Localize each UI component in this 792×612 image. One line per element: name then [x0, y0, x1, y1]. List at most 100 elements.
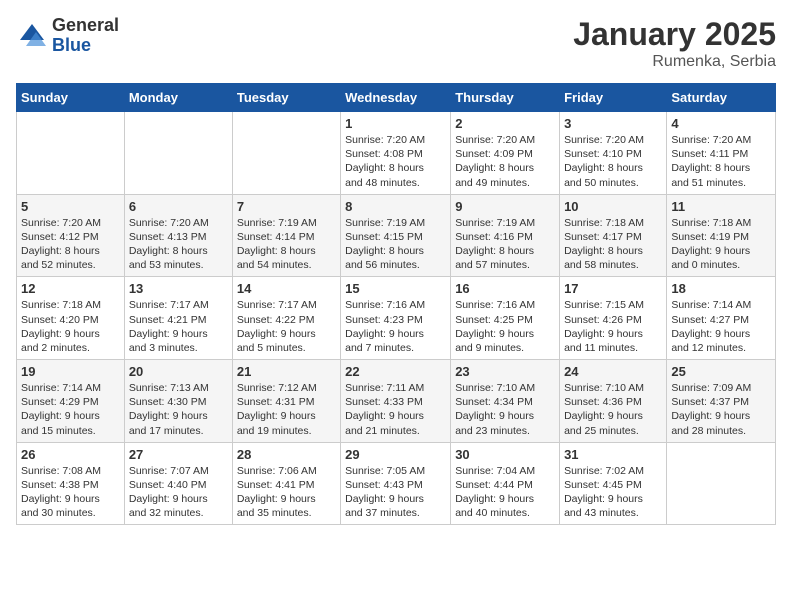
day-number: 17 [564, 281, 662, 296]
day-info: Sunrise: 7:11 AM Sunset: 4:33 PM Dayligh… [345, 381, 446, 438]
calendar-body: 1 Sunrise: 7:20 AM Sunset: 4:08 PM Daylig… [17, 112, 776, 525]
calendar-cell: 27 Sunrise: 7:07 AM Sunset: 4:40 PM Dayli… [124, 442, 232, 525]
calendar-cell: 13Sunrise: 7:17 AM Sunset: 4:21 PM Dayli… [124, 277, 232, 360]
logo-blue: Blue [52, 36, 119, 56]
day-info: Sunrise: 7:17 AM Sunset: 4:22 PM Dayligh… [237, 298, 336, 355]
calendar-cell [124, 112, 232, 195]
day-info: Sunrise: 7:09 AM Sunset: 4:37 PM Dayligh… [671, 381, 771, 438]
day-info: Sunrise: 7:16 AM Sunset: 4:23 PM Dayligh… [345, 298, 446, 355]
day-info: Sunrise: 7:08 AM Sunset: 4:38 PM Dayligh… [21, 464, 120, 521]
calendar-week-row: 19 Sunrise: 7:14 AM Sunset: 4:29 PM Dayli… [17, 360, 776, 443]
day-info: Sunrise: 7:12 AM Sunset: 4:31 PM Dayligh… [237, 381, 336, 438]
calendar-cell: 5 Sunrise: 7:20 AM Sunset: 4:12 PM Daylig… [17, 194, 125, 277]
day-number: 6 [129, 199, 228, 214]
page-header: General Blue January 2025 Rumenka, Serbi… [16, 16, 776, 71]
calendar-cell: 4 Sunrise: 7:20 AM Sunset: 4:11 PM Daylig… [667, 112, 776, 195]
day-number: 28 [237, 447, 336, 462]
calendar-cell: 3 Sunrise: 7:20 AM Sunset: 4:10 PM Daylig… [560, 112, 667, 195]
calendar-cell: 18Sunrise: 7:14 AM Sunset: 4:27 PM Dayli… [667, 277, 776, 360]
calendar-cell: 31 Sunrise: 7:02 AM Sunset: 4:45 PM Dayli… [560, 442, 667, 525]
header-row: SundayMondayTuesdayWednesdayThursdayFrid… [17, 84, 776, 112]
day-info: Sunrise: 7:19 AM Sunset: 4:16 PM Dayligh… [455, 216, 555, 273]
header-day: Wednesday [341, 84, 451, 112]
day-number: 30 [455, 447, 555, 462]
logo-general: General [52, 16, 119, 36]
day-info: Sunrise: 7:05 AM Sunset: 4:43 PM Dayligh… [345, 464, 446, 521]
day-info: Sunrise: 7:15 AM Sunset: 4:26 PM Dayligh… [564, 298, 662, 355]
day-number: 20 [129, 364, 228, 379]
calendar-cell: 8Sunrise: 7:19 AM Sunset: 4:15 PM Daylig… [341, 194, 451, 277]
day-number: 29 [345, 447, 446, 462]
day-number: 8 [345, 199, 446, 214]
day-number: 23 [455, 364, 555, 379]
calendar-cell: 14 Sunrise: 7:17 AM Sunset: 4:22 PM Dayli… [232, 277, 340, 360]
day-info: Sunrise: 7:18 AM Sunset: 4:19 PM Dayligh… [671, 216, 771, 273]
logo-text: General Blue [52, 16, 119, 56]
header-day: Friday [560, 84, 667, 112]
day-info: Sunrise: 7:10 AM Sunset: 4:36 PM Dayligh… [564, 381, 662, 438]
header-day: Tuesday [232, 84, 340, 112]
calendar-cell: 12Sunrise: 7:18 AM Sunset: 4:20 PM Dayli… [17, 277, 125, 360]
calendar-cell: 24 Sunrise: 7:10 AM Sunset: 4:36 PM Dayli… [560, 360, 667, 443]
day-number: 4 [671, 116, 771, 131]
day-info: Sunrise: 7:14 AM Sunset: 4:27 PM Dayligh… [671, 298, 771, 355]
calendar-cell: 11 Sunrise: 7:18 AM Sunset: 4:19 PM Dayli… [667, 194, 776, 277]
day-info: Sunrise: 7:20 AM Sunset: 4:09 PM Dayligh… [455, 133, 555, 190]
day-info: Sunrise: 7:10 AM Sunset: 4:34 PM Dayligh… [455, 381, 555, 438]
calendar-cell: 30 Sunrise: 7:04 AM Sunset: 4:44 PM Dayli… [451, 442, 560, 525]
location: Rumenka, Serbia [573, 53, 776, 71]
day-info: Sunrise: 7:02 AM Sunset: 4:45 PM Dayligh… [564, 464, 662, 521]
calendar-cell [667, 442, 776, 525]
calendar-cell [232, 112, 340, 195]
day-number: 14 [237, 281, 336, 296]
day-number: 24 [564, 364, 662, 379]
calendar-cell: 17 Sunrise: 7:15 AM Sunset: 4:26 PM Dayli… [560, 277, 667, 360]
calendar-cell: 25 Sunrise: 7:09 AM Sunset: 4:37 PM Dayli… [667, 360, 776, 443]
calendar-week-row: 26 Sunrise: 7:08 AM Sunset: 4:38 PM Dayli… [17, 442, 776, 525]
calendar-cell: 7Sunrise: 7:19 AM Sunset: 4:14 PM Daylig… [232, 194, 340, 277]
day-info: Sunrise: 7:16 AM Sunset: 4:25 PM Dayligh… [455, 298, 555, 355]
calendar-cell: 21 Sunrise: 7:12 AM Sunset: 4:31 PM Dayli… [232, 360, 340, 443]
day-number: 5 [21, 199, 120, 214]
header-day: Thursday [451, 84, 560, 112]
calendar-cell: 19 Sunrise: 7:14 AM Sunset: 4:29 PM Dayli… [17, 360, 125, 443]
day-info: Sunrise: 7:07 AM Sunset: 4:40 PM Dayligh… [129, 464, 228, 521]
day-number: 7 [237, 199, 336, 214]
day-number: 11 [671, 199, 771, 214]
calendar-cell: 9 Sunrise: 7:19 AM Sunset: 4:16 PM Daylig… [451, 194, 560, 277]
day-number: 31 [564, 447, 662, 462]
day-info: Sunrise: 7:20 AM Sunset: 4:12 PM Dayligh… [21, 216, 120, 273]
day-info: Sunrise: 7:20 AM Sunset: 4:11 PM Dayligh… [671, 133, 771, 190]
header-day: Monday [124, 84, 232, 112]
day-info: Sunrise: 7:18 AM Sunset: 4:17 PM Dayligh… [564, 216, 662, 273]
day-number: 26 [21, 447, 120, 462]
day-number: 21 [237, 364, 336, 379]
day-number: 3 [564, 116, 662, 131]
day-number: 25 [671, 364, 771, 379]
day-info: Sunrise: 7:20 AM Sunset: 4:08 PM Dayligh… [345, 133, 446, 190]
calendar-header: SundayMondayTuesdayWednesdayThursdayFrid… [17, 84, 776, 112]
day-number: 9 [455, 199, 555, 214]
logo: General Blue [16, 16, 119, 56]
day-info: Sunrise: 7:20 AM Sunset: 4:10 PM Dayligh… [564, 133, 662, 190]
month-title: January 2025 [573, 16, 776, 53]
day-number: 1 [345, 116, 446, 131]
day-number: 22 [345, 364, 446, 379]
day-number: 10 [564, 199, 662, 214]
header-day: Saturday [667, 84, 776, 112]
calendar-cell: 6Sunrise: 7:20 AM Sunset: 4:13 PM Daylig… [124, 194, 232, 277]
calendar-cell: 2Sunrise: 7:20 AM Sunset: 4:09 PM Daylig… [451, 112, 560, 195]
calendar-week-row: 12Sunrise: 7:18 AM Sunset: 4:20 PM Dayli… [17, 277, 776, 360]
day-info: Sunrise: 7:04 AM Sunset: 4:44 PM Dayligh… [455, 464, 555, 521]
calendar-cell: 20Sunrise: 7:13 AM Sunset: 4:30 PM Dayli… [124, 360, 232, 443]
calendar-cell: 10 Sunrise: 7:18 AM Sunset: 4:17 PM Dayli… [560, 194, 667, 277]
day-number: 15 [345, 281, 446, 296]
header-day: Sunday [17, 84, 125, 112]
day-number: 19 [21, 364, 120, 379]
calendar-cell: 26 Sunrise: 7:08 AM Sunset: 4:38 PM Dayli… [17, 442, 125, 525]
title-block: January 2025 Rumenka, Serbia [573, 16, 776, 71]
calendar-week-row: 1 Sunrise: 7:20 AM Sunset: 4:08 PM Daylig… [17, 112, 776, 195]
day-number: 27 [129, 447, 228, 462]
calendar-table: SundayMondayTuesdayWednesdayThursdayFrid… [16, 83, 776, 525]
day-info: Sunrise: 7:14 AM Sunset: 4:29 PM Dayligh… [21, 381, 120, 438]
